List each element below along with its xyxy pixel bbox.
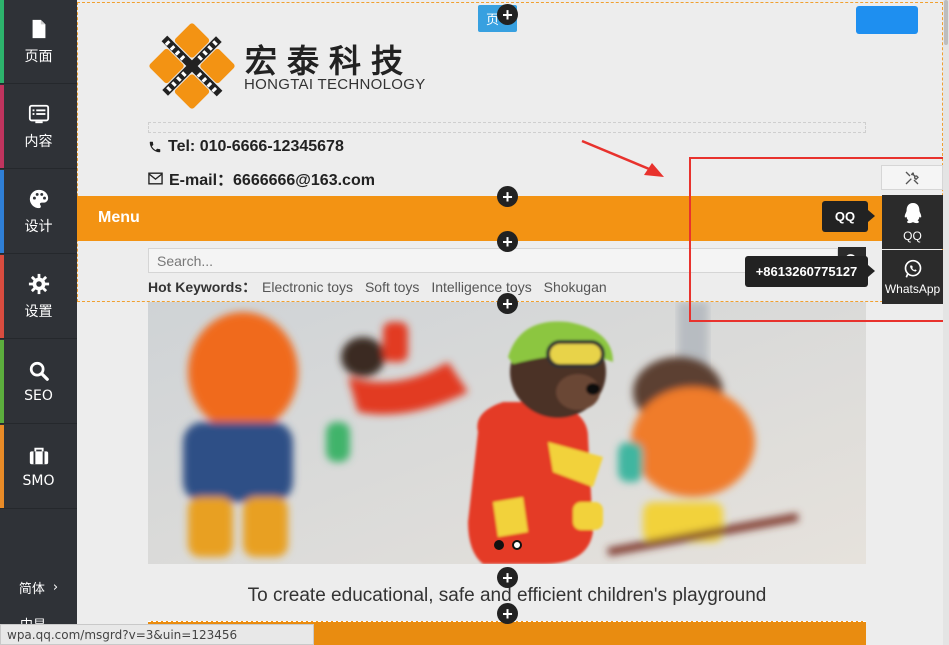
sidebar-item-settings[interactable]: 设置 (0, 255, 77, 339)
hot-keywords: Hot Keywords： Electronic toys Soft toys … (148, 277, 615, 297)
palette-icon (29, 189, 48, 208)
hot-keyword-link[interactable]: Shokugan (544, 279, 607, 295)
logo-english-name: HONGTAI TECHNOLOGY (244, 76, 426, 93)
briefcase-icon (29, 447, 48, 464)
gear-icon (28, 273, 49, 294)
contact-email: E-mail：6666666@163.com (148, 166, 375, 190)
language-switch[interactable]: 简体 › (0, 570, 77, 604)
hot-keyword-link[interactable]: Intelligence toys (431, 279, 531, 295)
sidebar-item-label: 设置 (24, 303, 53, 320)
add-module-button[interactable]: + (497, 567, 518, 588)
plus-icon: + (502, 567, 513, 588)
sidebar-item-label: SMO (22, 472, 55, 489)
sidebar-item-label: 内容 (24, 133, 53, 150)
envelope-icon (148, 172, 163, 184)
scrollbar-thumb[interactable] (944, 0, 948, 45)
annotation-arrow (581, 139, 664, 177)
banner-toys-illustration (148, 302, 866, 564)
plus-icon: + (502, 293, 513, 314)
sidebar-item-seo[interactable]: SEO (0, 340, 77, 424)
tel-text: Tel: 010-6666-12345678 (168, 138, 344, 155)
phone-icon (149, 141, 161, 153)
plus-icon: + (502, 603, 513, 624)
chevron-right-icon: › (52, 579, 59, 595)
editor-sidebar: 页面 内容 设计 设置 SEO SMO 简体 › 中显 (0, 0, 77, 645)
plus-icon: + (502, 231, 513, 252)
carousel-dot[interactable] (512, 540, 522, 550)
page-scrollbar[interactable] (943, 0, 949, 645)
annotation-highlight-frame (689, 157, 945, 322)
hot-keywords-title: Hot Keywords： (148, 279, 257, 295)
hongtai-logo-icon (149, 23, 235, 109)
email-text: E-mail：6666666@163.com (169, 172, 375, 189)
sidebar-item-page[interactable]: 页面 (0, 0, 77, 84)
menu-label[interactable]: Menu (98, 209, 140, 227)
add-module-button[interactable]: + (497, 231, 518, 252)
sidebar-item-design[interactable]: 设计 (0, 170, 77, 254)
sidebar-item-label: 设计 (24, 218, 53, 235)
plus-icon: + (502, 186, 513, 207)
page-canvas: 页 宏泰科技 HONGTAI TECHNOLOGY Tel: 010-6666-… (77, 0, 943, 645)
add-module-button[interactable]: + (497, 293, 518, 314)
add-module-button[interactable]: + (497, 603, 518, 624)
sidebar-item-content[interactable]: 内容 (0, 85, 77, 169)
carousel-dot-active[interactable] (494, 540, 504, 550)
search-icon (29, 361, 49, 381)
add-module-button[interactable]: + (497, 186, 518, 207)
browser-status-url: wpa.qq.com/msgrd?v=3&uin=123456 (0, 624, 314, 645)
sidebar-item-label: 页面 (24, 48, 53, 65)
list-icon (28, 104, 49, 123)
add-module-button[interactable]: + (497, 4, 518, 25)
hot-keyword-link[interactable]: Electronic toys (262, 279, 353, 295)
language-label: 简体 (18, 581, 45, 597)
sidebar-item-label: SEO (24, 387, 53, 404)
file-icon (32, 19, 45, 38)
hot-keyword-link[interactable]: Soft toys (365, 279, 419, 295)
plus-icon: + (502, 4, 513, 25)
publish-button[interactable] (856, 6, 918, 34)
contact-tel: Tel: 010-6666-12345678 (148, 138, 344, 156)
hero-banner-image[interactable] (148, 302, 866, 564)
empty-module-placeholder[interactable] (148, 122, 866, 133)
sidebar-item-smo[interactable]: SMO (0, 425, 77, 509)
